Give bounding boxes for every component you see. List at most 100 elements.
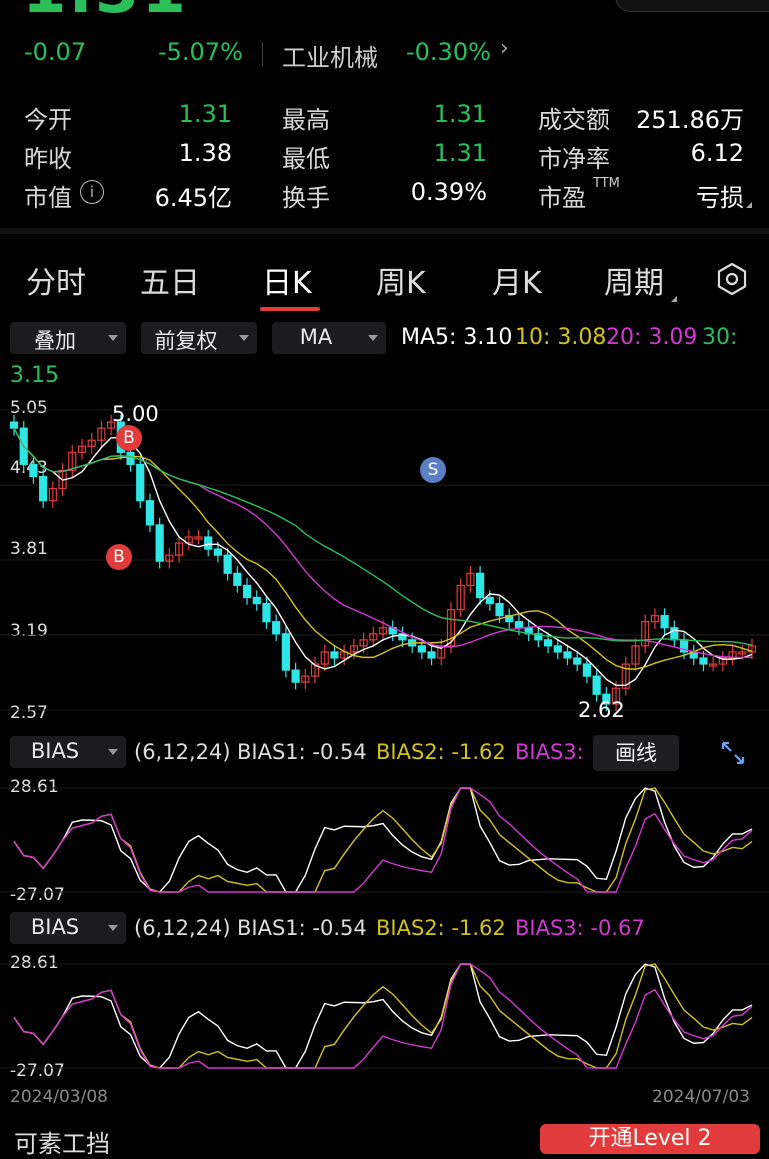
bias-dropdown[interactable]: BIAS — [10, 736, 126, 768]
bias-chart-1[interactable] — [0, 780, 769, 905]
section-divider — [0, 228, 769, 234]
footer-left-text: 可素工挡 — [14, 1130, 110, 1158]
candle-body — [39, 475, 48, 502]
candle-body — [233, 572, 242, 587]
corner-arrow-icon — [746, 202, 752, 208]
bias3-value: BIAS3: -0.67 — [515, 916, 645, 940]
ttm-superscript: TTM — [593, 176, 620, 191]
tab-daily-k[interactable]: 日K — [262, 258, 312, 302]
active-tab-indicator — [260, 307, 320, 311]
price-change-pct: -5.07% — [158, 38, 243, 66]
caret-down-icon — [368, 335, 378, 341]
top-right-pill[interactable] — [615, 0, 769, 12]
stat-value: 1.38 — [178, 139, 232, 167]
chevron-right-icon[interactable]: › — [500, 36, 509, 61]
candle-body — [573, 657, 582, 665]
stat-value: 1.31 — [178, 100, 232, 128]
stat-label: 今开 — [24, 106, 72, 134]
candle-body — [204, 536, 213, 550]
candle-body — [223, 554, 232, 574]
stat-value: 0.39% — [410, 178, 487, 206]
tab-monthly-k[interactable]: 月K — [492, 258, 542, 302]
candle-body — [126, 451, 135, 466]
last-price: 1.31 — [22, 0, 188, 28]
candle-body — [330, 651, 339, 659]
candle-body — [543, 639, 553, 647]
candle-body — [155, 524, 164, 562]
candle-body — [252, 596, 261, 605]
candle-body — [592, 675, 601, 695]
tab-five-day[interactable]: 五日 — [140, 258, 200, 302]
bias2-value: BIAS2: -1.62 — [376, 916, 506, 940]
candle-body — [427, 651, 436, 659]
stat-label: 市盈 — [538, 184, 586, 212]
ma10-label: 10: 3.08 — [515, 325, 607, 350]
candle-body — [660, 615, 669, 629]
settings-icon[interactable] — [716, 262, 748, 296]
tab-intraday[interactable]: 分时 — [26, 258, 86, 302]
period-tabs: 分时 五日 日K 周K 月K 周期 — [0, 258, 769, 308]
candle-body — [495, 602, 504, 617]
tab-period[interactable]: 周期 — [604, 258, 664, 302]
indicator-dropdown[interactable]: MA — [272, 322, 386, 354]
price-change: -0.07 — [24, 38, 87, 66]
stat-value: 亏损 — [696, 184, 744, 212]
candle-body — [553, 645, 562, 653]
overlay-label: 叠加 — [34, 329, 76, 353]
stat-label: 最低 — [282, 145, 330, 173]
stat-value: 251.86万 — [636, 106, 744, 134]
stat-value: 1.31 — [433, 139, 487, 167]
bias-dropdown[interactable]: BIAS — [10, 912, 126, 944]
candle-body — [476, 572, 485, 599]
candle-body — [29, 463, 38, 478]
stat-value: 1.31 — [433, 100, 487, 128]
bias2-line — [13, 787, 753, 893]
bias1-value: BIAS1: -0.54 — [237, 916, 367, 940]
sector-name[interactable]: 工业机械 — [282, 38, 378, 73]
bias-selector-label: BIAS — [30, 739, 80, 763]
divider — [262, 42, 263, 66]
info-icon[interactable]: i — [80, 180, 104, 204]
bias-params: (6,12,24) — [134, 916, 231, 940]
buy-marker[interactable]: B — [106, 544, 132, 570]
caret-down-icon — [239, 335, 249, 341]
caret-down-icon — [108, 925, 118, 931]
ma30-label: 30: — [702, 325, 738, 350]
candle-body — [417, 645, 426, 653]
sell-marker[interactable]: S — [420, 457, 446, 483]
overlay-dropdown[interactable]: 叠加 — [10, 322, 126, 354]
period-corner-icon — [671, 296, 677, 302]
indicator-label: MA — [299, 325, 333, 349]
stat-value: 6.12 — [690, 139, 744, 167]
level2-button[interactable]: 开通Level 2 — [540, 1124, 760, 1154]
candle-body — [485, 596, 494, 605]
candle-body — [563, 651, 572, 659]
candle-body — [272, 621, 281, 635]
sector-change[interactable]: -0.30% — [406, 38, 491, 66]
stat-label: 成交额 — [538, 106, 610, 134]
bias2-line — [13, 963, 753, 1069]
price-change-row: -0.07 -5.07% 工业机械 -0.30% › — [0, 36, 769, 72]
candle-body — [9, 421, 19, 429]
tab-weekly-k[interactable]: 周K — [376, 258, 426, 302]
ma30-value: 3.15 — [10, 363, 59, 388]
bias-params: (6,12,24) — [134, 740, 231, 764]
start-date: 2024/03/08 — [10, 1087, 108, 1107]
adjust-label: 前复权 — [154, 329, 218, 353]
bias-selector-label: BIAS — [30, 915, 80, 939]
draw-line-button[interactable]: 画线 — [593, 735, 679, 771]
candle-body — [136, 463, 145, 502]
candle-body — [213, 548, 223, 556]
candle-body — [242, 584, 252, 599]
bias-chart-2[interactable] — [0, 956, 769, 1081]
candle-body — [145, 500, 155, 526]
candle-body — [262, 602, 271, 623]
stat-label: 昨收 — [24, 145, 72, 173]
candle-body — [281, 633, 290, 671]
candle-body — [699, 657, 708, 665]
ma30-line — [13, 427, 753, 646]
buy-marker[interactable]: B — [116, 425, 142, 451]
adjust-dropdown[interactable]: 前复权 — [141, 322, 257, 354]
expand-icon[interactable] — [720, 740, 746, 766]
bias1-value: BIAS1: -0.54 — [237, 740, 367, 764]
